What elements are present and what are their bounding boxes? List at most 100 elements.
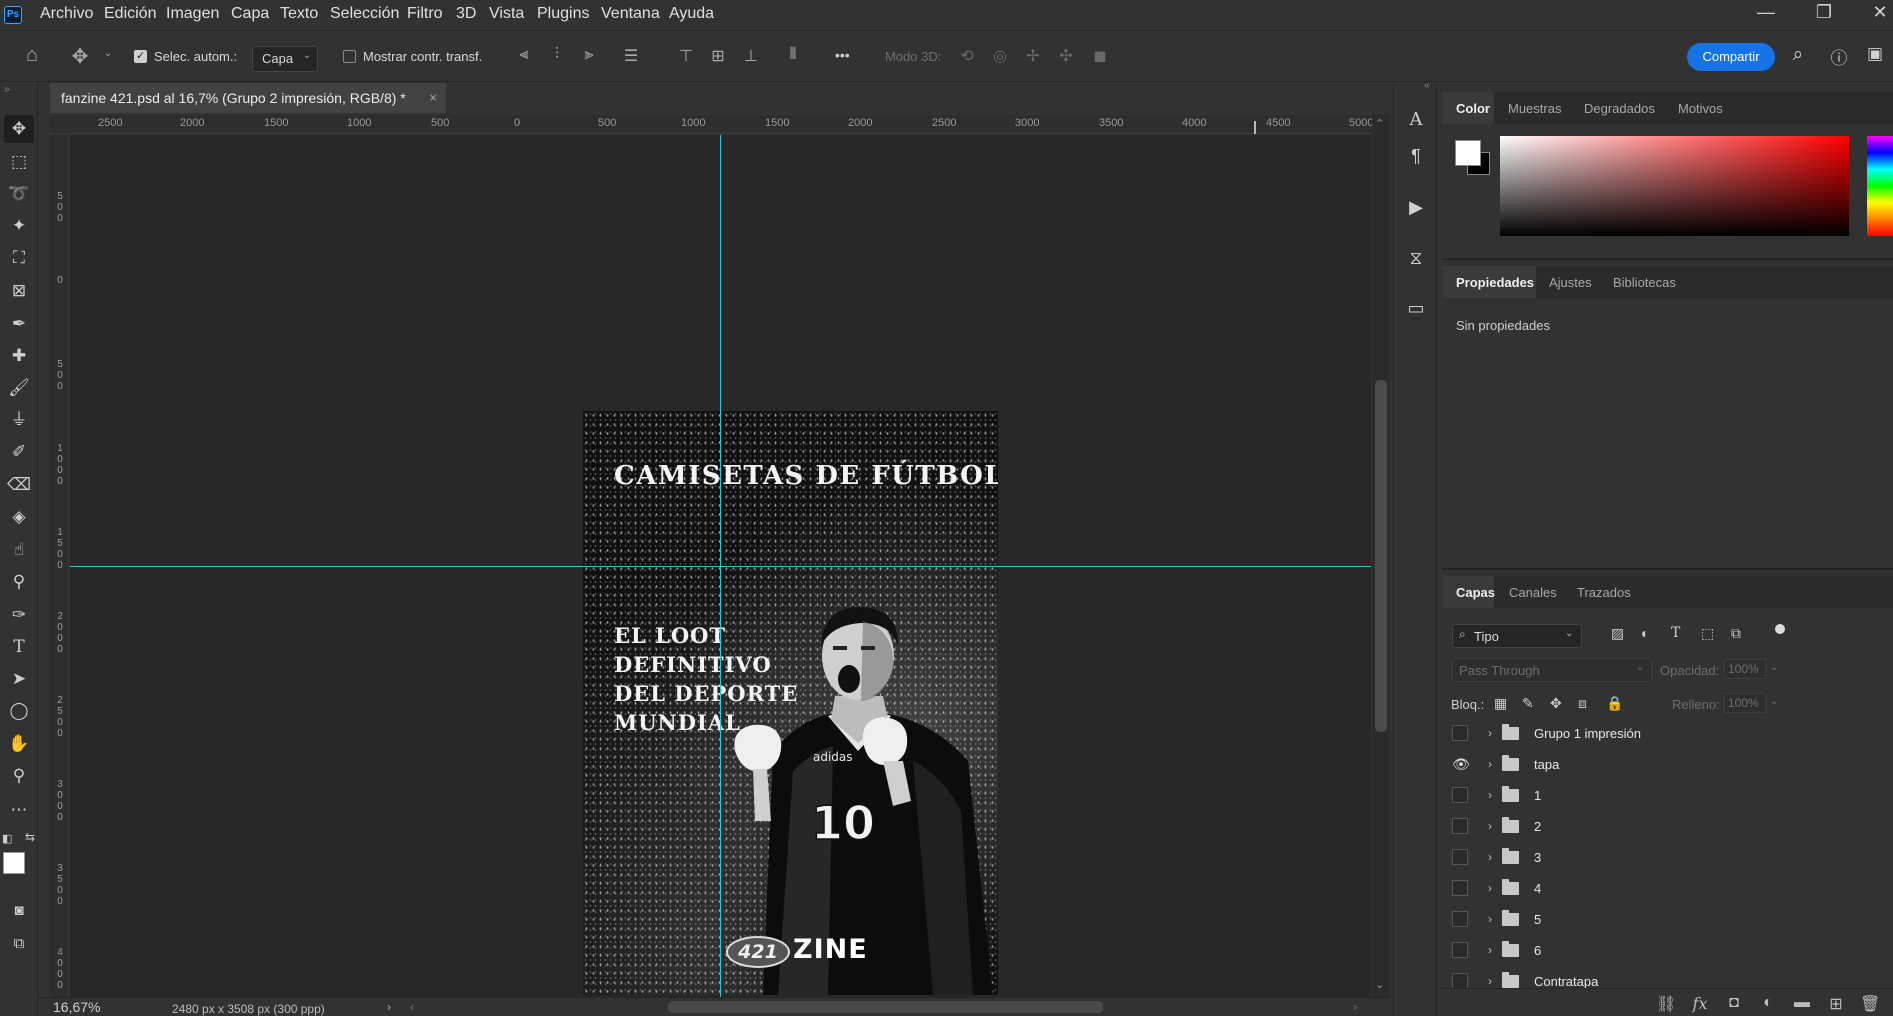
layer-row[interactable]: › Grupo 1 impresión <box>1442 718 1893 748</box>
status-chevron-icon[interactable]: › <box>387 1000 391 1014</box>
collapse-panels-icon[interactable]: « <box>1424 80 1430 91</box>
home-icon[interactable]: ⌂ <box>19 44 45 67</box>
more-tools-icon[interactable]: ⋯ <box>4 796 34 824</box>
history-panel-icon[interactable]: ⧖ <box>1404 246 1428 270</box>
zoom-tool-icon[interactable]: ⚲ <box>4 762 34 790</box>
help-icon[interactable]: ⓘ <box>1828 44 1850 69</box>
menu-archivo[interactable]: Archivo <box>40 5 93 23</box>
move-tool-icon[interactable]: ✥ <box>4 115 34 143</box>
add-mask-icon[interactable]: ◘ <box>1724 994 1744 1012</box>
lock-transparency-icon[interactable]: ▦ <box>1494 695 1507 712</box>
tab-capas[interactable]: Capas <box>1456 585 1495 600</box>
pen-tool-icon[interactable]: ✑ <box>4 601 34 629</box>
horizontal-ruler[interactable]: 2500 2000 1500 1000 500 0 500 1000 1500 … <box>50 115 1373 134</box>
workspace-icon[interactable]: ▣ <box>1864 44 1886 64</box>
visibility-toggle[interactable] <box>1452 725 1468 741</box>
pixel-filter-icon[interactable]: ▨ <box>1611 625 1624 642</box>
menu-3d[interactable]: 3D <box>456 5 476 23</box>
tab-degradados[interactable]: Degradados <box>1584 101 1655 116</box>
visibility-toggle[interactable] <box>1452 880 1468 896</box>
type-tool-icon[interactable]: T <box>4 633 34 661</box>
tab-muestras[interactable]: Muestras <box>1508 101 1561 116</box>
visibility-toggle[interactable] <box>1452 849 1468 865</box>
scroll-right-icon[interactable]: › <box>1353 1000 1357 1014</box>
eraser-tool-icon[interactable]: ⌫ <box>4 471 34 499</box>
actions-panel-icon[interactable]: ▶ <box>1404 195 1428 219</box>
filter-toggle-icon[interactable] <box>1775 624 1785 634</box>
document-info[interactable]: 2480 px x 3508 px (300 ppp) <box>172 1002 325 1016</box>
new-group-icon[interactable]: ▬ <box>1792 994 1812 1012</box>
menu-ventana[interactable]: Ventana <box>601 5 660 23</box>
menu-seleccion[interactable]: Selección <box>330 5 399 23</box>
adjustment-filter-icon[interactable]: ◐ <box>1641 625 1649 641</box>
eye-icon[interactable]: 👁 <box>1452 756 1470 772</box>
scroll-down-icon[interactable]: ⌄ <box>1375 978 1384 991</box>
comments-panel-icon[interactable]: ▭ <box>1404 296 1428 320</box>
lock-all-icon[interactable]: 🔒 <box>1606 695 1623 712</box>
tab-canales[interactable]: Canales <box>1509 585 1557 600</box>
quick-mask-icon[interactable]: ◙ <box>4 897 34 925</box>
layer-row[interactable]: › 2 <box>1442 811 1893 841</box>
chevron-right-icon[interactable]: › <box>1488 850 1492 864</box>
panel-foreground-swatch[interactable] <box>1455 140 1481 166</box>
horizontal-guide[interactable] <box>70 566 1371 567</box>
zoom-level[interactable]: 16,67% <box>53 999 100 1015</box>
visibility-toggle[interactable] <box>1452 973 1468 988</box>
chevron-right-icon[interactable]: › <box>1488 726 1492 740</box>
distribute-v-icon[interactable]: ☰ <box>621 46 641 66</box>
frame-tool-icon[interactable]: ⊠ <box>4 277 34 305</box>
search-icon[interactable]: ⌕ <box>1787 44 1809 66</box>
scroll-up-icon[interactable]: ⌃ <box>1375 117 1384 130</box>
shape-filter-icon[interactable]: ⬚ <box>1701 625 1714 642</box>
screen-mode-icon[interactable]: ⧉ <box>4 930 34 958</box>
chevron-right-icon[interactable]: › <box>1488 974 1492 988</box>
align-right-icon[interactable]: ⫸ <box>579 46 599 64</box>
menu-ayuda[interactable]: Ayuda <box>669 5 714 23</box>
dodge-tool-icon[interactable]: ⚲ <box>4 568 34 596</box>
opacity-input[interactable]: 100% <box>1724 659 1766 679</box>
menu-texto[interactable]: Texto <box>280 5 318 23</box>
tab-trazados[interactable]: Trazados <box>1577 585 1631 600</box>
tab-ajustes[interactable]: Ajustes <box>1549 275 1592 290</box>
lock-image-icon[interactable]: ✎ <box>1522 695 1534 712</box>
collapse-toolbar-icon[interactable]: » <box>4 84 10 95</box>
brush-tool-icon[interactable]: 🖌 <box>4 374 34 402</box>
menu-capa[interactable]: Capa <box>231 5 269 23</box>
magic-wand-tool-icon[interactable]: ✦ <box>4 212 34 240</box>
paragraph-panel-icon[interactable]: ¶ <box>1404 144 1428 168</box>
layer-filter-select[interactable] <box>1452 624 1582 648</box>
lasso-tool-icon[interactable]: ➰ <box>4 180 34 208</box>
chevron-right-icon[interactable]: › <box>1488 788 1492 802</box>
menu-vista[interactable]: Vista <box>489 5 524 23</box>
tab-color[interactable]: Color <box>1456 101 1490 116</box>
document-canvas[interactable]: CAMISETAS DE FÚTBOL EL LOOT DEFINITIVO D… <box>583 411 998 995</box>
chevron-right-icon[interactable]: › <box>1488 912 1492 926</box>
vertical-scrollbar-thumb[interactable] <box>1375 380 1387 732</box>
healing-brush-tool-icon[interactable]: ✚ <box>4 342 34 370</box>
chevron-right-icon[interactable]: › <box>1488 819 1492 833</box>
menu-filtro[interactable]: Filtro <box>407 5 443 23</box>
delete-layer-icon[interactable]: 🗑 <box>1860 994 1880 1014</box>
layer-row[interactable]: › 6 <box>1442 935 1893 965</box>
foreground-color-swatch[interactable] <box>3 852 25 874</box>
smudge-tool-icon[interactable]: ☝ <box>4 536 34 564</box>
clone-stamp-tool-icon[interactable]: ⏚ <box>4 406 34 434</box>
align-top-icon[interactable]: ⊤ <box>676 46 696 66</box>
move-tool-icon[interactable]: ✥ <box>67 44 93 69</box>
layer-row[interactable]: › 1 <box>1442 780 1893 810</box>
smart-object-filter-icon[interactable]: ⧉ <box>1731 625 1741 642</box>
paint-bucket-tool-icon[interactable]: ◈ <box>4 503 34 531</box>
fill-input[interactable]: 100% <box>1724 693 1766 713</box>
horizontal-scrollbar-thumb[interactable] <box>668 1001 1103 1013</box>
swap-colors-icon[interactable]: ⇆ <box>25 830 35 844</box>
lock-position-icon[interactable]: ✥ <box>1550 695 1562 712</box>
chevron-right-icon[interactable]: › <box>1488 943 1492 957</box>
align-bottom-icon[interactable]: ⊥ <box>741 46 761 66</box>
vertical-ruler[interactable]: 5 0 0 0 5 0 0 1 0 0 0 1 5 0 0 2 0 0 0 2 … <box>50 134 69 998</box>
hue-slider[interactable] <box>1867 136 1893 236</box>
menu-imagen[interactable]: Imagen <box>166 5 219 23</box>
fx-icon[interactable]: fx <box>1690 994 1710 1013</box>
ellipse-tool-icon[interactable]: ◯ <box>4 697 34 725</box>
visibility-toggle[interactable] <box>1452 787 1468 803</box>
lock-artboard-icon[interactable]: ⧈ <box>1578 695 1587 712</box>
